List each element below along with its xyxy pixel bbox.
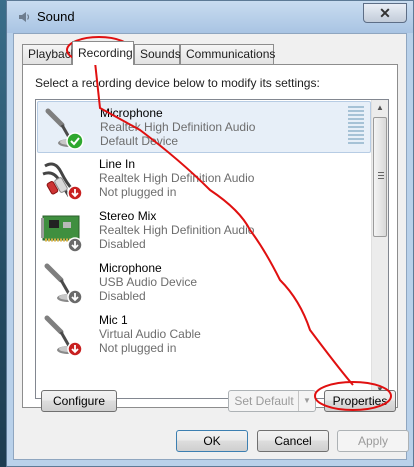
recording-tab-panel: Select a recording device below to modif… <box>22 64 398 408</box>
level-meter <box>348 106 364 146</box>
ok-button[interactable]: OK <box>176 430 248 452</box>
properties-button[interactable]: Properties <box>324 390 396 412</box>
tab-communications[interactable]: Communications <box>180 44 275 64</box>
microphone-icon <box>44 315 83 357</box>
device-driver: Realtek High Definition Audio <box>99 223 255 237</box>
red-down-arrow-badge <box>67 341 83 357</box>
device-driver: Realtek High Definition Audio <box>100 120 256 134</box>
speaker-icon <box>19 12 30 22</box>
microphone-icon <box>45 108 84 150</box>
line-in-cable-icon <box>42 162 83 201</box>
device-status: Disabled <box>99 289 146 303</box>
tab-recording[interactable]: Recording <box>72 41 134 65</box>
scrollbar-thumb[interactable] <box>373 117 387 237</box>
sound-card-icon <box>41 215 83 253</box>
device-driver: Virtual Audio Cable <box>99 327 201 341</box>
list-item-device-line-in[interactable]: Line In Realtek High Definition Audio No… <box>37 153 371 205</box>
green-check-badge <box>66 132 84 150</box>
device-status: Not plugged in <box>99 341 177 355</box>
grip-icon <box>378 172 384 181</box>
instruction-text: Select a recording device below to modif… <box>35 76 320 90</box>
device-list[interactable]: Microphone Realtek High Definition Audio… <box>35 99 389 399</box>
dialog-body: Playback Recording Sounds Communications… <box>13 33 409 460</box>
scroll-up-arrow-icon[interactable]: ▲ <box>372 100 388 116</box>
chevron-down-icon[interactable]: ▼ <box>298 391 315 411</box>
device-name: Microphone <box>99 261 162 275</box>
gray-down-arrow-badge <box>67 289 83 305</box>
sound-dialog: Sound ✕ Playback Recording Sounds Commun… <box>6 0 414 467</box>
device-driver: USB Audio Device <box>99 275 198 289</box>
list-item-device-microphone-realtek[interactable]: Microphone Realtek High Definition Audio… <box>37 101 371 153</box>
set-default-button[interactable]: Set Default ▼ <box>228 390 316 412</box>
microphone-icon <box>44 263 83 305</box>
window-title: Sound <box>37 9 75 24</box>
device-driver: Realtek High Definition Audio <box>99 171 255 185</box>
list-item-device-microphone-usb[interactable]: Microphone USB Audio Device Disabled <box>37 257 371 309</box>
list-item-device-mic-1[interactable]: Mic 1 Virtual Audio Cable Not plugged in <box>37 309 371 361</box>
red-down-arrow-badge <box>67 185 83 201</box>
close-icon: ✕ <box>379 5 391 21</box>
tab-sounds[interactable]: Sounds <box>134 44 181 64</box>
device-name: Microphone <box>100 106 163 120</box>
device-list-scrollbar[interactable]: ▲ ▼ <box>371 100 388 398</box>
device-name: Mic 1 <box>99 313 128 327</box>
list-item-device-stereo-mix[interactable]: Stereo Mix Realtek High Definition Audio… <box>37 205 371 257</box>
device-status: Disabled <box>99 237 146 251</box>
title-bar: Sound ✕ <box>7 1 413 33</box>
cancel-button[interactable]: Cancel <box>257 430 329 452</box>
device-status: Not plugged in <box>99 185 177 199</box>
device-status: Default Device <box>100 134 179 148</box>
gray-down-arrow-badge <box>67 237 83 253</box>
configure-button[interactable]: Configure <box>41 390 117 412</box>
apply-button[interactable]: Apply <box>337 430 409 452</box>
tab-playback[interactable]: Playback <box>22 44 77 64</box>
close-button[interactable]: ✕ <box>363 3 407 23</box>
device-name: Stereo Mix <box>99 209 157 223</box>
device-name: Line In <box>99 157 136 171</box>
set-default-label: Set Default <box>234 394 294 408</box>
